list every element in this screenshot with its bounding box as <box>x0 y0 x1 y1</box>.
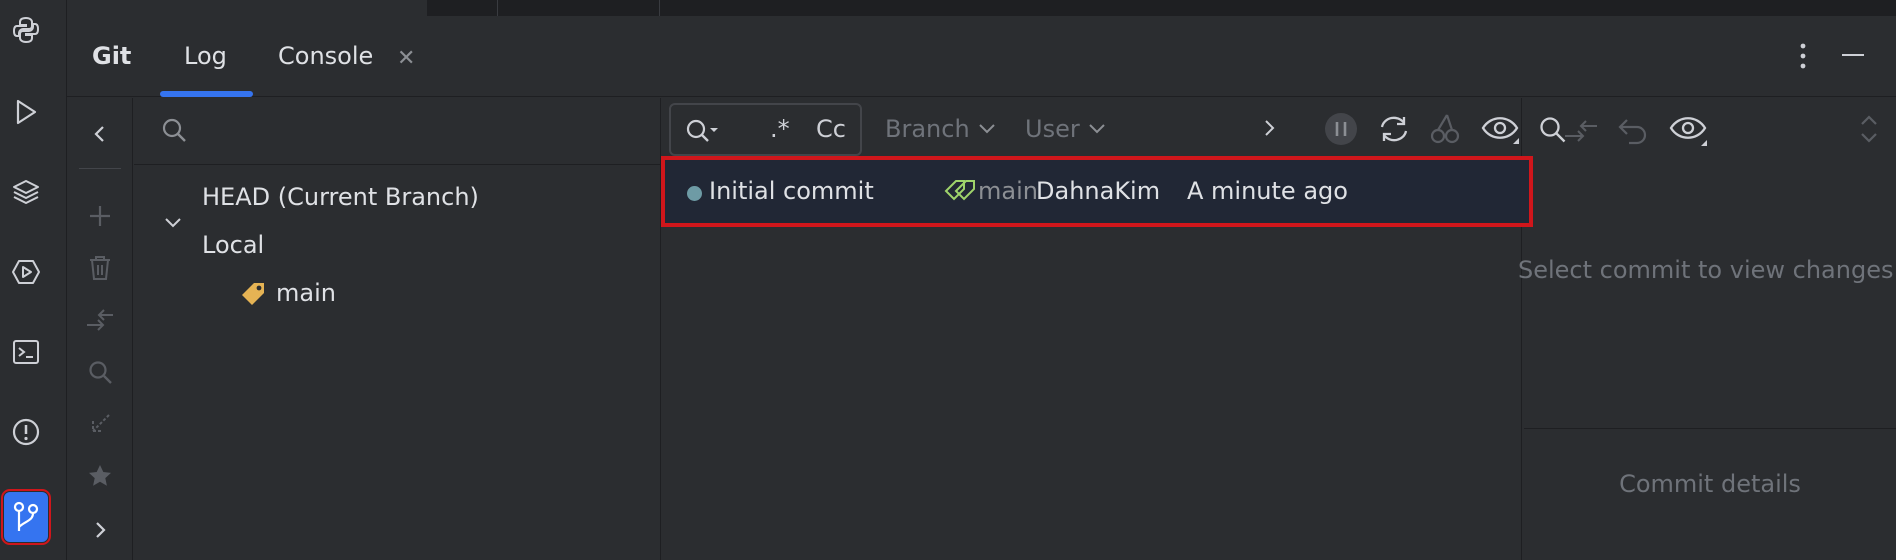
star-icon[interactable] <box>84 460 116 492</box>
cherry-pick-icon[interactable] <box>1429 112 1461 144</box>
more-options-icon[interactable] <box>1800 42 1806 70</box>
update-selected-icon[interactable] <box>84 304 116 336</box>
chevron-down-icon[interactable] <box>164 216 182 230</box>
chevron-down-icon <box>1088 124 1105 134</box>
more-filters-icon[interactable] <box>1263 118 1277 138</box>
services-icon[interactable] <box>6 252 46 292</box>
expand-panel-icon[interactable] <box>84 514 116 546</box>
commit-message: Initial commit <box>709 177 874 205</box>
python-icon[interactable] <box>6 10 46 50</box>
layers-icon[interactable] <box>6 172 46 212</box>
problems-icon[interactable] <box>6 412 46 452</box>
navigate-log-icon[interactable] <box>84 408 116 440</box>
branch-filter-label: Branch <box>885 115 970 143</box>
new-branch-icon[interactable] <box>84 200 116 232</box>
branch-filter[interactable]: Branch <box>885 115 996 143</box>
close-icon[interactable]: ✕ <box>397 46 415 71</box>
tree-item-local[interactable]: Local <box>202 231 264 259</box>
tool-window-strip <box>0 0 67 560</box>
user-filter-label: User <box>1025 115 1080 143</box>
revert-icon[interactable] <box>1617 116 1649 146</box>
cherry-pick-changes-icon[interactable] <box>1563 116 1599 148</box>
branches-tree: HEAD (Current Branch) Local main <box>134 98 661 560</box>
commit-ref-label: main <box>978 177 1038 205</box>
terminal-icon[interactable] <box>6 332 46 372</box>
chevron-down-icon <box>978 124 995 134</box>
eye-icon[interactable] <box>1480 114 1520 144</box>
pause-icon[interactable] <box>1324 112 1358 146</box>
run-icon[interactable] <box>6 92 46 132</box>
search-icon[interactable] <box>84 356 116 388</box>
search-history-icon[interactable] <box>685 118 719 144</box>
search-icon <box>162 118 186 142</box>
regex-toggle[interactable]: .* <box>770 115 790 143</box>
tag-icon <box>242 283 264 305</box>
tab-console[interactable]: Console <box>278 42 373 70</box>
text-filter[interactable]: .* Cc <box>669 103 862 156</box>
commit-row[interactable]: Initial commit main DahnaKim A minute ag… <box>661 156 1533 227</box>
commit-date: A minute ago <box>1187 177 1348 205</box>
branch-search-bar[interactable] <box>134 98 660 165</box>
delete-icon[interactable] <box>84 252 116 284</box>
active-tab-indicator <box>160 91 253 97</box>
match-case-toggle[interactable]: Cc <box>816 115 846 143</box>
minimize-icon[interactable] <box>1842 54 1864 56</box>
user-filter[interactable]: User <box>1025 115 1106 143</box>
tool-window-header: Git Log Console ✕ <box>67 16 1896 97</box>
commit-author: DahnaKim <box>1036 177 1161 205</box>
refresh-icon[interactable] <box>1377 113 1411 145</box>
tree-item-main[interactable]: main <box>276 279 336 307</box>
collapse-panel-icon[interactable] <box>84 118 116 150</box>
commit-details-panel: Select commit to view changes Commit det… <box>1518 98 1896 560</box>
branches-toolbar <box>67 98 133 560</box>
git-icon[interactable] <box>1 489 51 545</box>
git-tool-window: Git Log Console ✕ HEAD (Current Branch) … <box>67 16 1896 560</box>
branch-ref-icon <box>944 180 975 201</box>
editor-tabs-edge <box>67 0 1896 16</box>
commit-details-label: Commit details <box>1619 470 1801 498</box>
details-divider <box>1524 428 1896 429</box>
commit-log: .* Cc Branch User Initial commit main Da… <box>661 98 1566 560</box>
tool-window-title: Git <box>92 42 132 70</box>
tab-log[interactable]: Log <box>184 42 227 70</box>
eye-icon[interactable] <box>1668 114 1708 146</box>
empty-changes-message: Select commit to view changes <box>1518 256 1894 284</box>
tree-item-head[interactable]: HEAD (Current Branch) <box>202 183 479 211</box>
commit-node <box>687 186 702 201</box>
expand-all-icon[interactable] <box>1858 112 1880 146</box>
